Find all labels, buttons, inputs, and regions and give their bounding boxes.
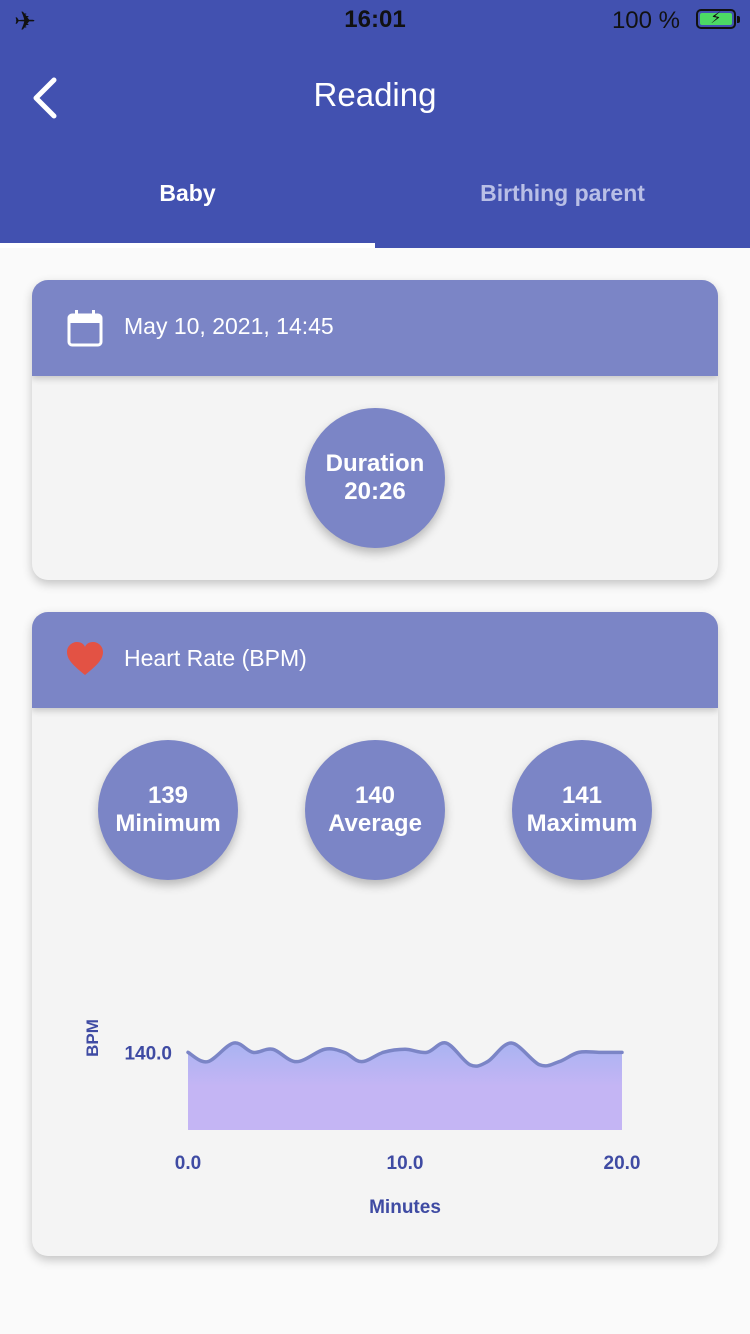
app-bar: ✈ 16:01 100 % ⚡ Reading Baby Birthing pa…	[0, 0, 750, 248]
y-axis-label: BPM	[83, 1019, 102, 1057]
x-tick-label: 10.0	[387, 1153, 424, 1174]
heart-rate-card: Heart Rate (BPM) 139 Minimum 140 Average…	[32, 612, 718, 1256]
duration-badge: Duration 20:26	[305, 408, 445, 548]
tab-birthing-parent[interactable]: Birthing parent	[375, 180, 750, 246]
x-tick-label: 20.0	[604, 1153, 641, 1174]
y-tick-label: 140.0	[124, 1043, 172, 1064]
duration-value: 20:26	[344, 478, 406, 505]
x-tick-label: 0.0	[175, 1153, 201, 1174]
battery-percent: 100 %	[611, 7, 680, 34]
tab-label: Birthing parent	[480, 180, 645, 206]
tab-label: Baby	[159, 180, 216, 206]
battery-charging-icon: ⚡	[696, 9, 740, 29]
session-datetime: May 10, 2021, 14:45	[124, 313, 334, 339]
tab-indicator	[0, 243, 375, 248]
tab-baby[interactable]: Baby	[0, 180, 375, 246]
calendar-icon	[67, 310, 103, 347]
status-bar: ✈ 16:01 100 % ⚡	[0, 0, 750, 42]
duration-label: Duration	[325, 450, 425, 477]
heart-rate-chart: BPM 140.0 0.0 10.0 20.0 Minutes	[83, 1019, 641, 1218]
x-axis-label: Minutes	[369, 1197, 441, 1218]
session-card-header: May 10, 2021, 14:45	[32, 280, 718, 376]
page-title: Reading	[313, 76, 437, 113]
chart-area-fill	[188, 1042, 622, 1130]
session-card: May 10, 2021, 14:45 Duration 20:26	[32, 280, 718, 580]
